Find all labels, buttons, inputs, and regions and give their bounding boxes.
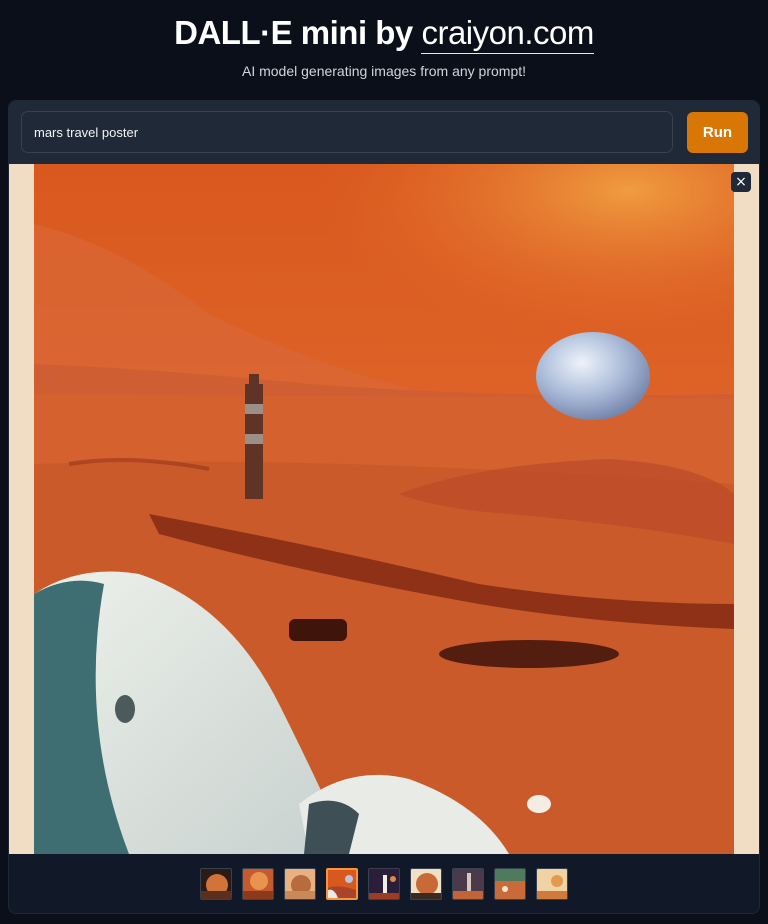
- thumbnail-image: [453, 869, 483, 899]
- thumbnail-image: [495, 869, 525, 899]
- generator-panel: Run: [8, 100, 760, 914]
- close-icon[interactable]: ×: [731, 172, 751, 192]
- subtitle: AI model generating images from any prom…: [241, 63, 527, 79]
- thumbnail-1[interactable]: [200, 868, 232, 900]
- thumbnail-image: [328, 870, 356, 898]
- prompt-row: Run: [9, 101, 759, 164]
- thumbnail-3[interactable]: [284, 868, 316, 900]
- craiyon-link[interactable]: craiyon.com: [421, 14, 594, 54]
- thumbnail-6[interactable]: [410, 868, 442, 900]
- thumbnail-image: [537, 869, 567, 899]
- thumbnail-image: [201, 869, 231, 899]
- run-button[interactable]: Run: [687, 112, 748, 153]
- generated-image: [9, 164, 759, 854]
- thumbnail-2[interactable]: [242, 868, 274, 900]
- thumbnail-image: [243, 869, 273, 899]
- thumbnail-5[interactable]: [368, 868, 400, 900]
- prompt-input[interactable]: [21, 111, 673, 153]
- header: DALL·E mini by craiyon.com AI model gene…: [0, 0, 768, 88]
- thumbnail-4[interactable]: [326, 868, 358, 900]
- thumbnail-7[interactable]: [452, 868, 484, 900]
- mars-poster-image: [9, 164, 759, 854]
- thumbnail-8[interactable]: [494, 868, 526, 900]
- page-title: DALL·E mini by craiyon.com: [0, 12, 768, 54]
- thumbnail-image: [411, 869, 441, 899]
- thumbnail-image: [369, 869, 399, 899]
- thumbnail-9[interactable]: [536, 868, 568, 900]
- thumbnail-image: [285, 869, 315, 899]
- title-text: DALL·E mini by: [174, 14, 422, 51]
- thumbnail-gallery: [9, 854, 759, 913]
